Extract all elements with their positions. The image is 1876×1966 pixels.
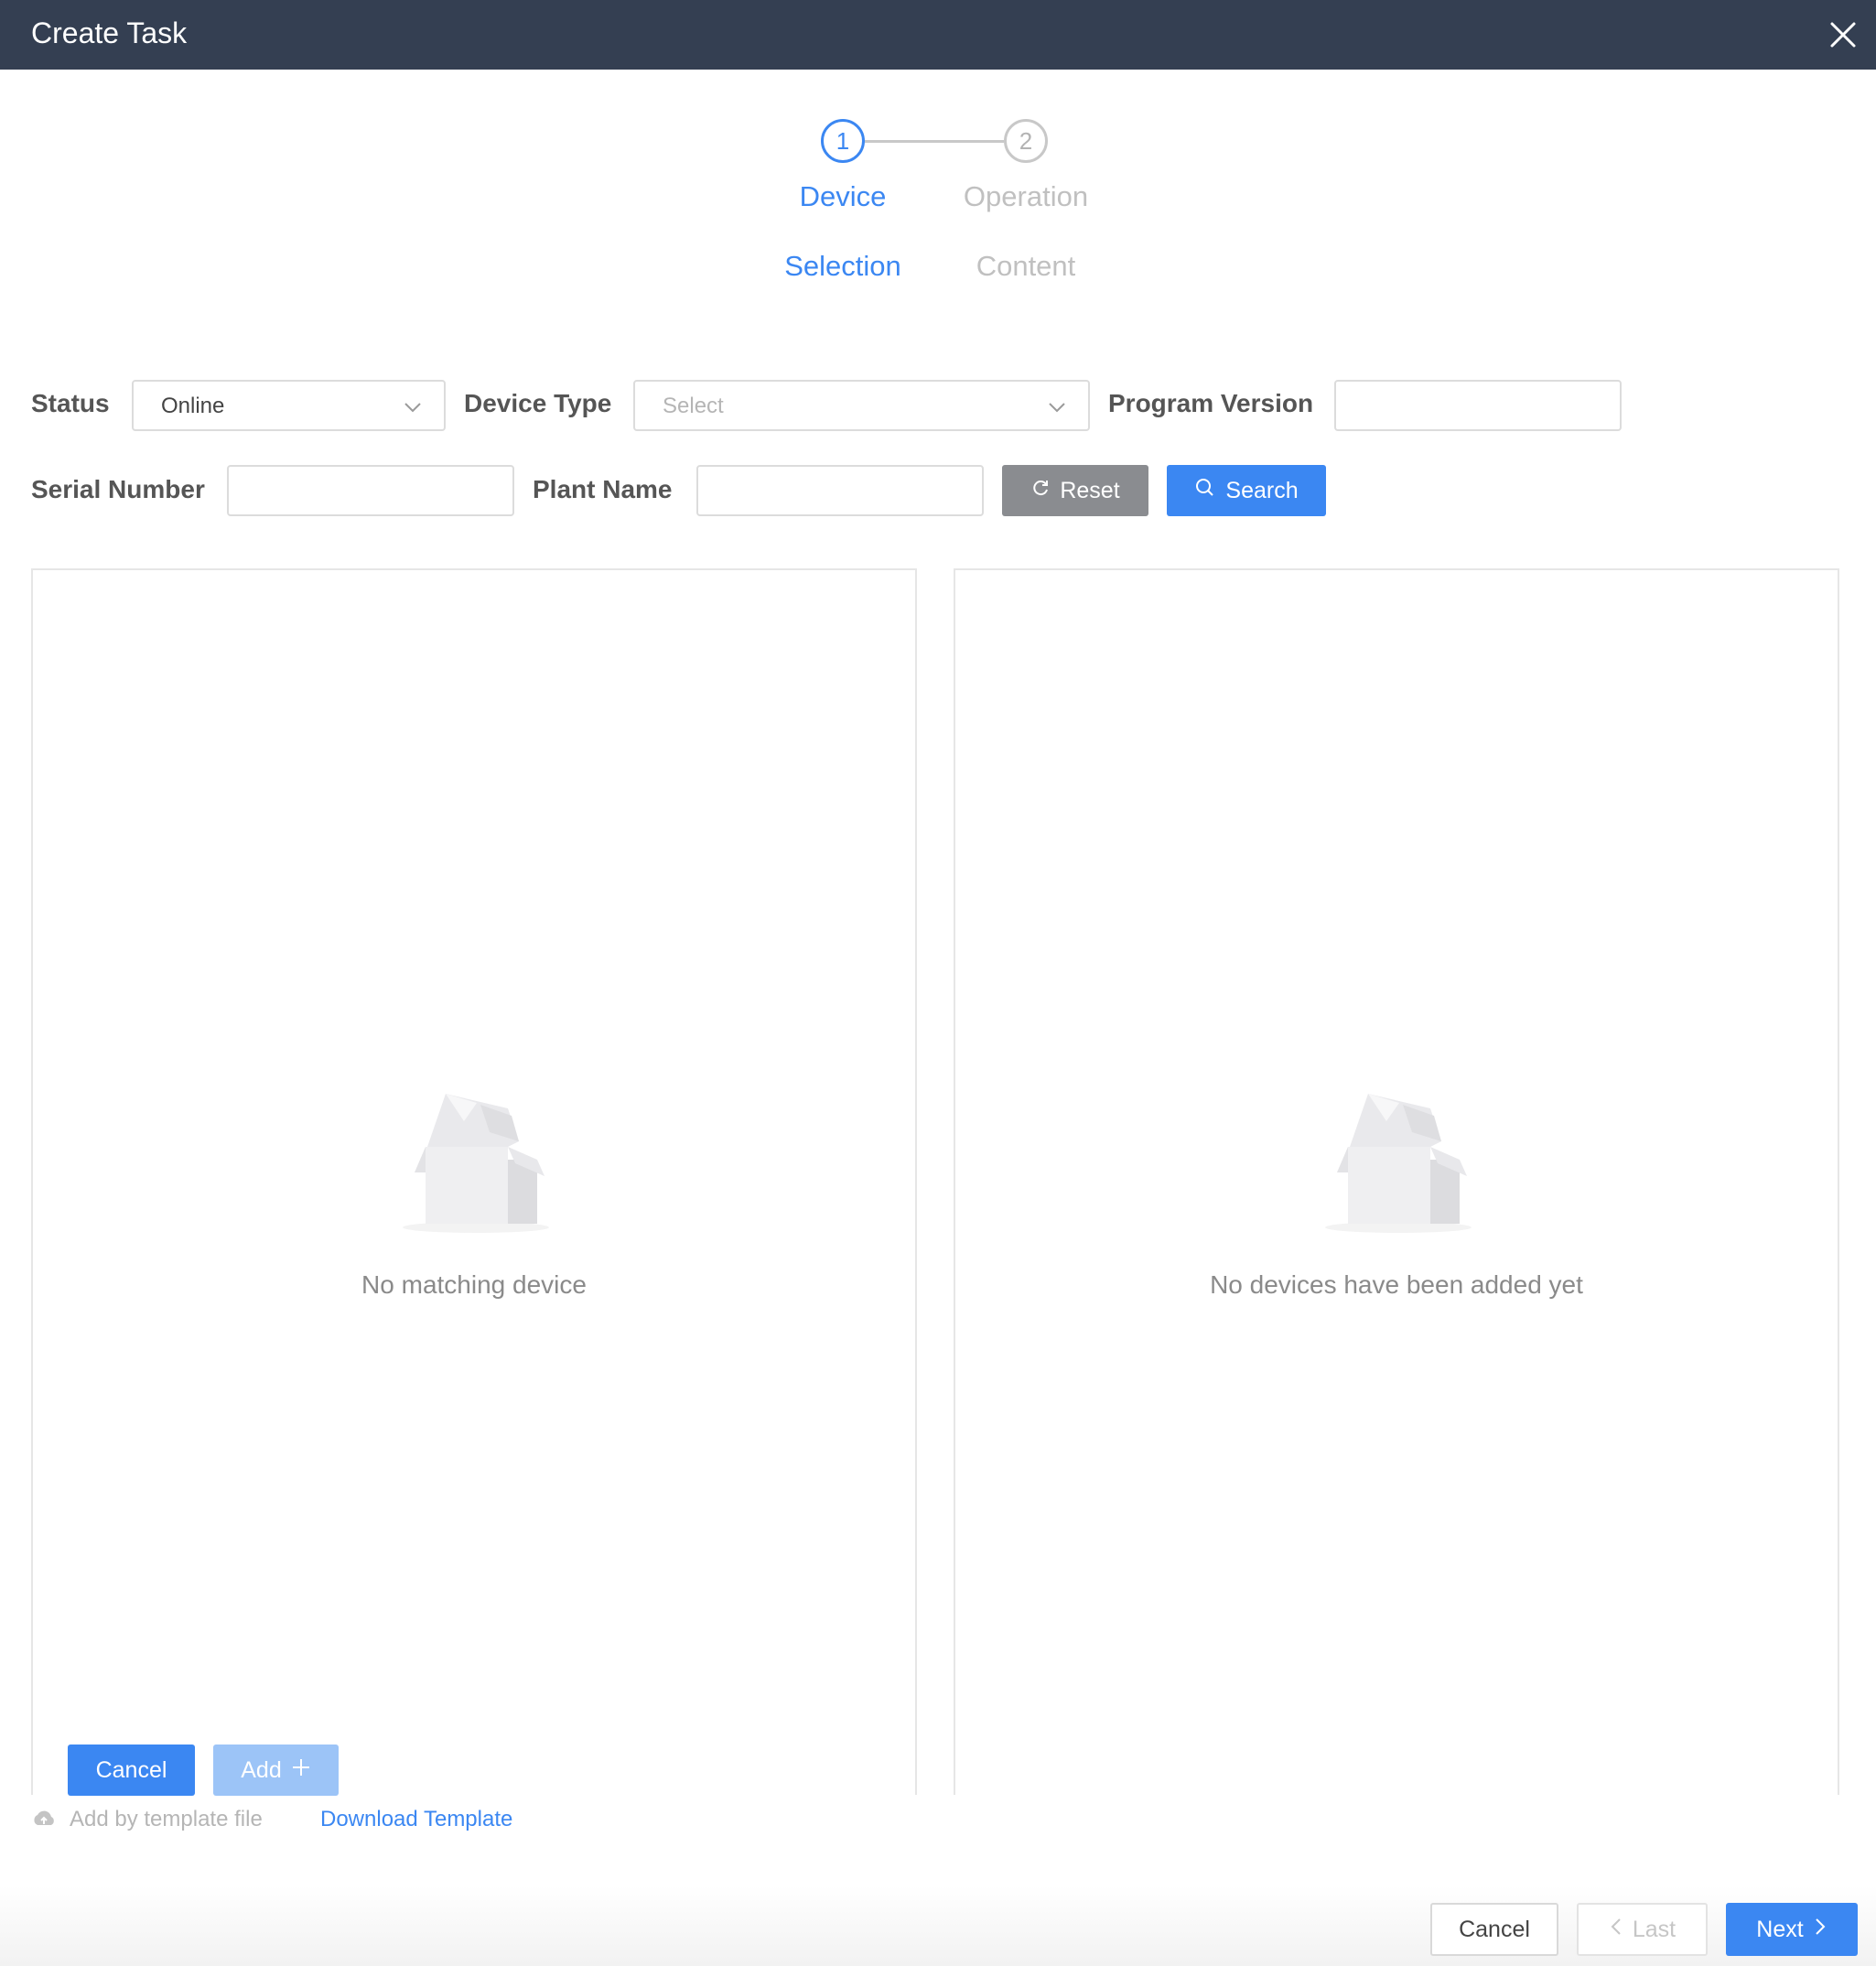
chevron-right-icon: [1813, 1917, 1827, 1943]
device-type-label: Device Type: [464, 389, 612, 417]
modal-title: Create Task: [31, 16, 188, 49]
panel-cancel-button[interactable]: Cancel: [68, 1745, 195, 1796]
step-connector: [865, 140, 1004, 143]
chevron-left-icon: [1609, 1917, 1623, 1943]
serial-number-input[interactable]: [227, 465, 514, 516]
plant-name-label: Plant Name: [533, 475, 673, 503]
modal-header: Create Task: [0, 0, 1876, 70]
search-button[interactable]: Search: [1167, 465, 1326, 516]
step-1-circle: 1: [821, 119, 865, 163]
last-step-button[interactable]: Last: [1577, 1903, 1708, 1956]
footer-cancel-button[interactable]: Cancel: [1430, 1903, 1558, 1956]
plus-icon: [291, 1757, 311, 1784]
cloud-upload-icon: [31, 1809, 57, 1831]
reset-button-label: Reset: [1060, 477, 1120, 503]
program-version-label: Program Version: [1108, 389, 1314, 417]
search-icon: [1194, 477, 1216, 505]
empty-state-text: No devices have been added yet: [1210, 1270, 1583, 1299]
status-select-value: Online: [161, 394, 225, 418]
available-devices-panel: No matching device: [31, 568, 917, 1795]
device-type-select[interactable]: Select: [633, 380, 1090, 431]
step-2-circle: 2: [1004, 119, 1048, 163]
add-by-template-text[interactable]: Add by template file: [70, 1807, 263, 1832]
next-step-button[interactable]: Next: [1726, 1903, 1858, 1956]
add-button-label: Add: [241, 1756, 282, 1783]
selected-devices-panel: No devices have been added yet: [954, 568, 1839, 1795]
device-type-placeholder: Select: [663, 394, 724, 418]
reset-button[interactable]: Reset: [1002, 465, 1148, 516]
step-2-label: Operation Content: [907, 162, 1145, 301]
empty-state-text: No matching device: [361, 1270, 587, 1299]
empty-box-icon: [1321, 1083, 1476, 1238]
serial-number-label: Serial Number: [31, 475, 205, 503]
download-template-link[interactable]: Download Template: [320, 1807, 512, 1832]
create-task-modal: Create Task 1 2 Device Selection Operati…: [0, 0, 1876, 1966]
last-button-label: Last: [1632, 1916, 1677, 1942]
step-2-label-line2: Content: [976, 250, 1076, 282]
refresh-icon: [1030, 478, 1051, 504]
chevron-down-icon: [1046, 396, 1068, 418]
close-icon[interactable]: [1825, 16, 1861, 53]
program-version-input[interactable]: [1334, 380, 1622, 431]
search-button-label: Search: [1225, 477, 1299, 503]
plant-name-input[interactable]: [696, 465, 984, 516]
status-select[interactable]: Online: [132, 380, 446, 431]
step-2-label-line1: Operation: [963, 180, 1089, 212]
add-button[interactable]: Add: [213, 1745, 339, 1796]
status-label: Status: [31, 389, 110, 417]
next-button-label: Next: [1756, 1916, 1804, 1942]
steps-indicator: 1 2 Device Selection Operation Content: [0, 70, 1876, 326]
chevron-down-icon: [402, 396, 424, 418]
empty-box-icon: [398, 1083, 554, 1238]
